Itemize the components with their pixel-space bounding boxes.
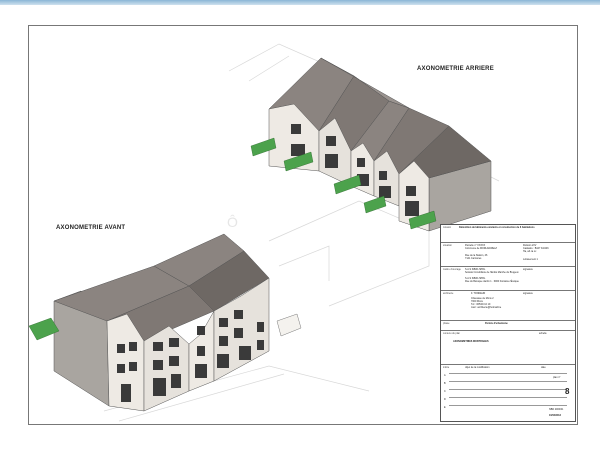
tb-mission-label: mission: [443, 226, 452, 229]
rev-index-d: D: [444, 398, 446, 401]
tb-author-row: architecte F. TONDEUR Chaussée de Mons 2…: [441, 291, 575, 321]
tb-signature-label: signature: [523, 268, 533, 271]
tb-mission-value: Démolition de bâtiments existants et con…: [459, 226, 535, 229]
tb-client-line-3: Ha, a3 ca xx: [523, 250, 537, 253]
window-top-bar: [0, 0, 600, 5]
watermark-glyph: Ô: [227, 214, 238, 230]
tb-mission-row: mission Démolition de bâtiments existant…: [441, 225, 575, 243]
tb-owner-row: maître d'ouvrage S.A.S IMMO-SPRL Société…: [441, 267, 575, 291]
tb-situation-row: situation Parcelle n° XXXXX Commune de M…: [441, 243, 575, 267]
tb-situation-label: situation: [443, 244, 452, 247]
tb-plan-row: contenu du plan AXONOMETRIES MONTRAGES é…: [441, 331, 575, 365]
rev-index-b: B: [444, 382, 446, 385]
rev-line: [449, 389, 567, 390]
tb-author-line-1: F. TONDEUR: [471, 292, 486, 295]
rev-line: [449, 373, 567, 374]
title-block: mission Démolition de bâtiments existant…: [440, 224, 576, 422]
tb-revision-label: objet de la modification: [465, 366, 490, 369]
rear-view-label: AXONOMETRIE ARRIERE: [417, 66, 494, 72]
tb-situation-line-2: Commune de MORLANWELZ: [465, 247, 497, 250]
tb-issue-label: Lotissement 1: [523, 258, 538, 261]
rev-line: [449, 405, 567, 406]
rev-line: [449, 397, 567, 398]
tb-sheet-label: plan n°: [553, 376, 561, 379]
tb-scale-label: échelle: [539, 332, 547, 335]
tb-issue-date: 10/03/2012: [549, 414, 561, 417]
tb-signature-label-2: signature: [523, 292, 533, 295]
tb-project-code: NBD 2000/01: [549, 408, 564, 411]
rev-index-a: A: [444, 374, 446, 377]
rear-axonometry-building: [250, 57, 492, 232]
tb-revision-area: indice objet de la modification date A B…: [441, 365, 575, 423]
tb-owner-label: maître d'ouvrage: [443, 268, 461, 271]
rev-index-c: C: [444, 390, 446, 393]
tb-plan-value: AXONOMETRIES MONTRAGES: [453, 340, 489, 343]
front-view-label: AXONOMETRIE AVANT: [56, 225, 126, 231]
tb-plan-label: contenu du plan: [443, 332, 461, 335]
tb-author-label: architecte: [443, 292, 454, 295]
tb-phase-label: phase: [443, 322, 450, 325]
tb-phase-value: Permis d'urbanisme: [485, 322, 508, 325]
tb-situation-line-4: 7141 Carnières: [465, 257, 482, 260]
tb-index-label: indice: [443, 366, 450, 369]
front-axonometry-building: [29, 233, 302, 412]
rev-line: [449, 381, 567, 382]
tb-owner-line-4: Rue du Baroque Jardin 1 · 6000 Fontaine-…: [465, 280, 519, 283]
tb-sheet-number: 8: [565, 387, 570, 396]
tb-author-line-5: mail : architecte@hotmail.be: [471, 306, 502, 309]
tb-date-label: date: [541, 366, 546, 369]
tb-owner-line-2: Société Immobilière de l'Entité Marche d…: [465, 271, 519, 274]
tb-phase-row: phase Permis d'urbanisme: [441, 321, 575, 331]
rev-index-e: E: [444, 406, 446, 409]
